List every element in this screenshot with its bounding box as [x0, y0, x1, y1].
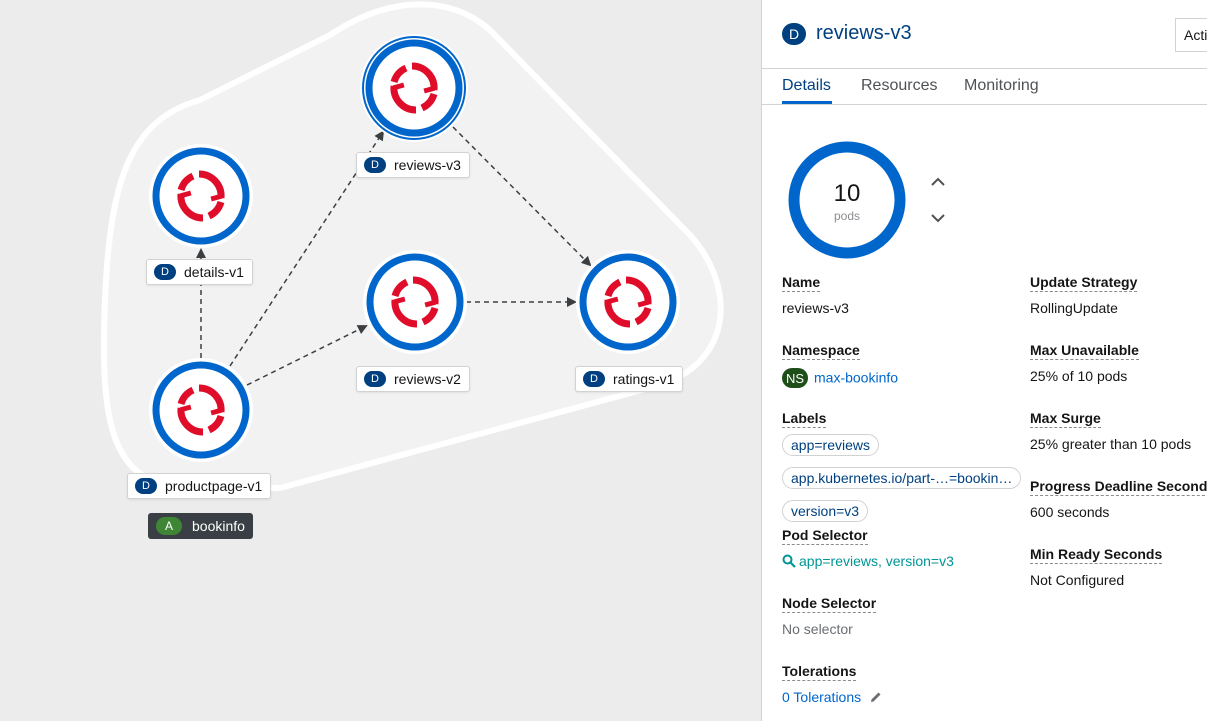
pod-count: 10 — [833, 180, 861, 207]
deployment-badge: D — [135, 478, 157, 494]
field-progress-deadline: Progress Deadline Seconds 600 seconds — [1030, 478, 1207, 520]
field-pod-selector: Pod Selector app=reviews, version=v3 — [782, 527, 954, 569]
chevron-down-icon — [931, 214, 945, 223]
pod-selector-text[interactable]: app=reviews, version=v3 — [799, 553, 954, 569]
tab-details[interactable]: Details — [782, 77, 831, 95]
deployment-badge: D — [583, 371, 605, 387]
tolerations-link-text[interactable]: 0 Tolerations — [782, 689, 861, 705]
node-label-text: productpage-v1 — [165, 478, 263, 494]
field-max-unavailable: Max Unavailable 25% of 10 pods — [1030, 342, 1139, 384]
deployment-badge: D — [782, 22, 806, 45]
node-label-ratings-v1[interactable]: D ratings-v1 — [575, 366, 684, 392]
field-label: Node Selector — [782, 595, 877, 613]
field-value: No selector — [782, 621, 853, 637]
panel-tabs: Details Resources Monitoring — [762, 68, 1207, 105]
side-panel: D reviews-v3 Actions Details Resources M… — [761, 0, 1207, 721]
node-label-details-v1[interactable]: D details-v1 — [146, 259, 253, 285]
field-value: 600 seconds — [1030, 504, 1110, 520]
panel-title[interactable]: reviews-v3 — [816, 22, 912, 45]
field-label: Max Unavailable — [1030, 342, 1139, 360]
scale-down-button[interactable] — [928, 208, 948, 228]
node-label-text: ratings-v1 — [613, 371, 675, 387]
tolerations-link[interactable]: 0 Tolerations — [782, 689, 883, 705]
label-chip[interactable]: app.kubernetes.io/part-…=bookin… — [782, 467, 1022, 489]
field-value: Not Configured — [1030, 572, 1125, 588]
node-label-text: reviews-v2 — [394, 371, 461, 387]
field-name: Name reviews-v3 — [782, 274, 849, 316]
field-label: Namespace — [782, 342, 860, 360]
field-tolerations: Tolerations 0 Tolerations — [782, 663, 883, 705]
field-label: Tolerations — [782, 663, 857, 681]
namespace-link[interactable]: NS max-bookinfo — [782, 368, 898, 388]
application-group-label[interactable]: A bookinfo — [148, 513, 253, 539]
node-reviews-v3[interactable] — [360, 34, 468, 142]
node-reviews-v2[interactable] — [363, 250, 467, 354]
field-label: Update Strategy — [1030, 274, 1138, 292]
field-value: RollingUpdate — [1030, 300, 1118, 316]
deployment-badge: D — [364, 371, 386, 387]
application-group-name: bookinfo — [192, 518, 245, 534]
node-details-v1[interactable] — [149, 144, 253, 248]
label-chip[interactable]: app=reviews — [782, 434, 879, 456]
field-label: Max Surge — [1030, 410, 1101, 428]
field-label: Pod Selector — [782, 527, 868, 545]
field-label: Labels — [782, 410, 827, 428]
topology-canvas[interactable]: D reviews-v3 D details-v1 D reviews-v2 D… — [0, 0, 761, 721]
pod-ring: 10 pods — [787, 140, 907, 260]
node-label-productpage-v1[interactable]: D productpage-v1 — [127, 473, 272, 499]
field-update-strategy: Update Strategy RollingUpdate — [1030, 274, 1138, 316]
field-value: 25% greater than 10 pods — [1030, 436, 1192, 452]
node-productpage-v1[interactable] — [149, 358, 253, 462]
labels-list: app=reviews app.kubernetes.io/part-…=boo… — [782, 428, 1022, 527]
field-labels: Labels app=reviews app.kubernetes.io/par… — [782, 410, 1022, 527]
chevron-up-icon — [931, 177, 945, 186]
field-node-selector: Node Selector No selector — [782, 595, 877, 637]
search-icon — [782, 554, 796, 568]
node-label-reviews-v2[interactable]: D reviews-v2 — [356, 366, 470, 392]
field-max-surge: Max Surge 25% greater than 10 pods — [1030, 410, 1191, 452]
label-chip[interactable]: version=v3 — [782, 500, 869, 522]
pencil-icon[interactable] — [869, 690, 883, 704]
node-label-text: reviews-v3 — [394, 157, 461, 173]
field-label: Progress Deadline Seconds — [1030, 478, 1207, 496]
deployment-badge: D — [364, 157, 386, 173]
pod-unit: pods — [833, 209, 861, 223]
namespace-badge: NS — [782, 368, 808, 388]
node-label-text: details-v1 — [184, 264, 244, 280]
pod-selector-link[interactable]: app=reviews, version=v3 — [782, 553, 954, 569]
node-ratings-v1[interactable] — [576, 250, 680, 354]
field-namespace: Namespace NS max-bookinfo — [782, 342, 898, 388]
topology-graph — [100, 1, 724, 491]
deployment-badge: D — [154, 264, 176, 280]
node-label-reviews-v3[interactable]: D reviews-v3 — [356, 152, 470, 178]
scale-up-button[interactable] — [928, 172, 948, 192]
field-value: 25% of 10 pods — [1030, 368, 1128, 384]
field-min-ready: Min Ready Seconds Not Configured — [1030, 546, 1163, 588]
namespace-link-text[interactable]: max-bookinfo — [814, 370, 898, 386]
tab-resources[interactable]: Resources — [861, 77, 937, 95]
field-label: Name — [782, 274, 821, 292]
panel-header: D reviews-v3 — [782, 22, 912, 45]
actions-dropdown-button[interactable]: Actions — [1175, 18, 1207, 52]
tab-monitoring[interactable]: Monitoring — [964, 77, 1039, 95]
active-tab-indicator — [782, 101, 832, 104]
field-value: reviews-v3 — [782, 300, 849, 316]
application-badge: A — [156, 517, 182, 535]
field-label: Min Ready Seconds — [1030, 546, 1163, 564]
